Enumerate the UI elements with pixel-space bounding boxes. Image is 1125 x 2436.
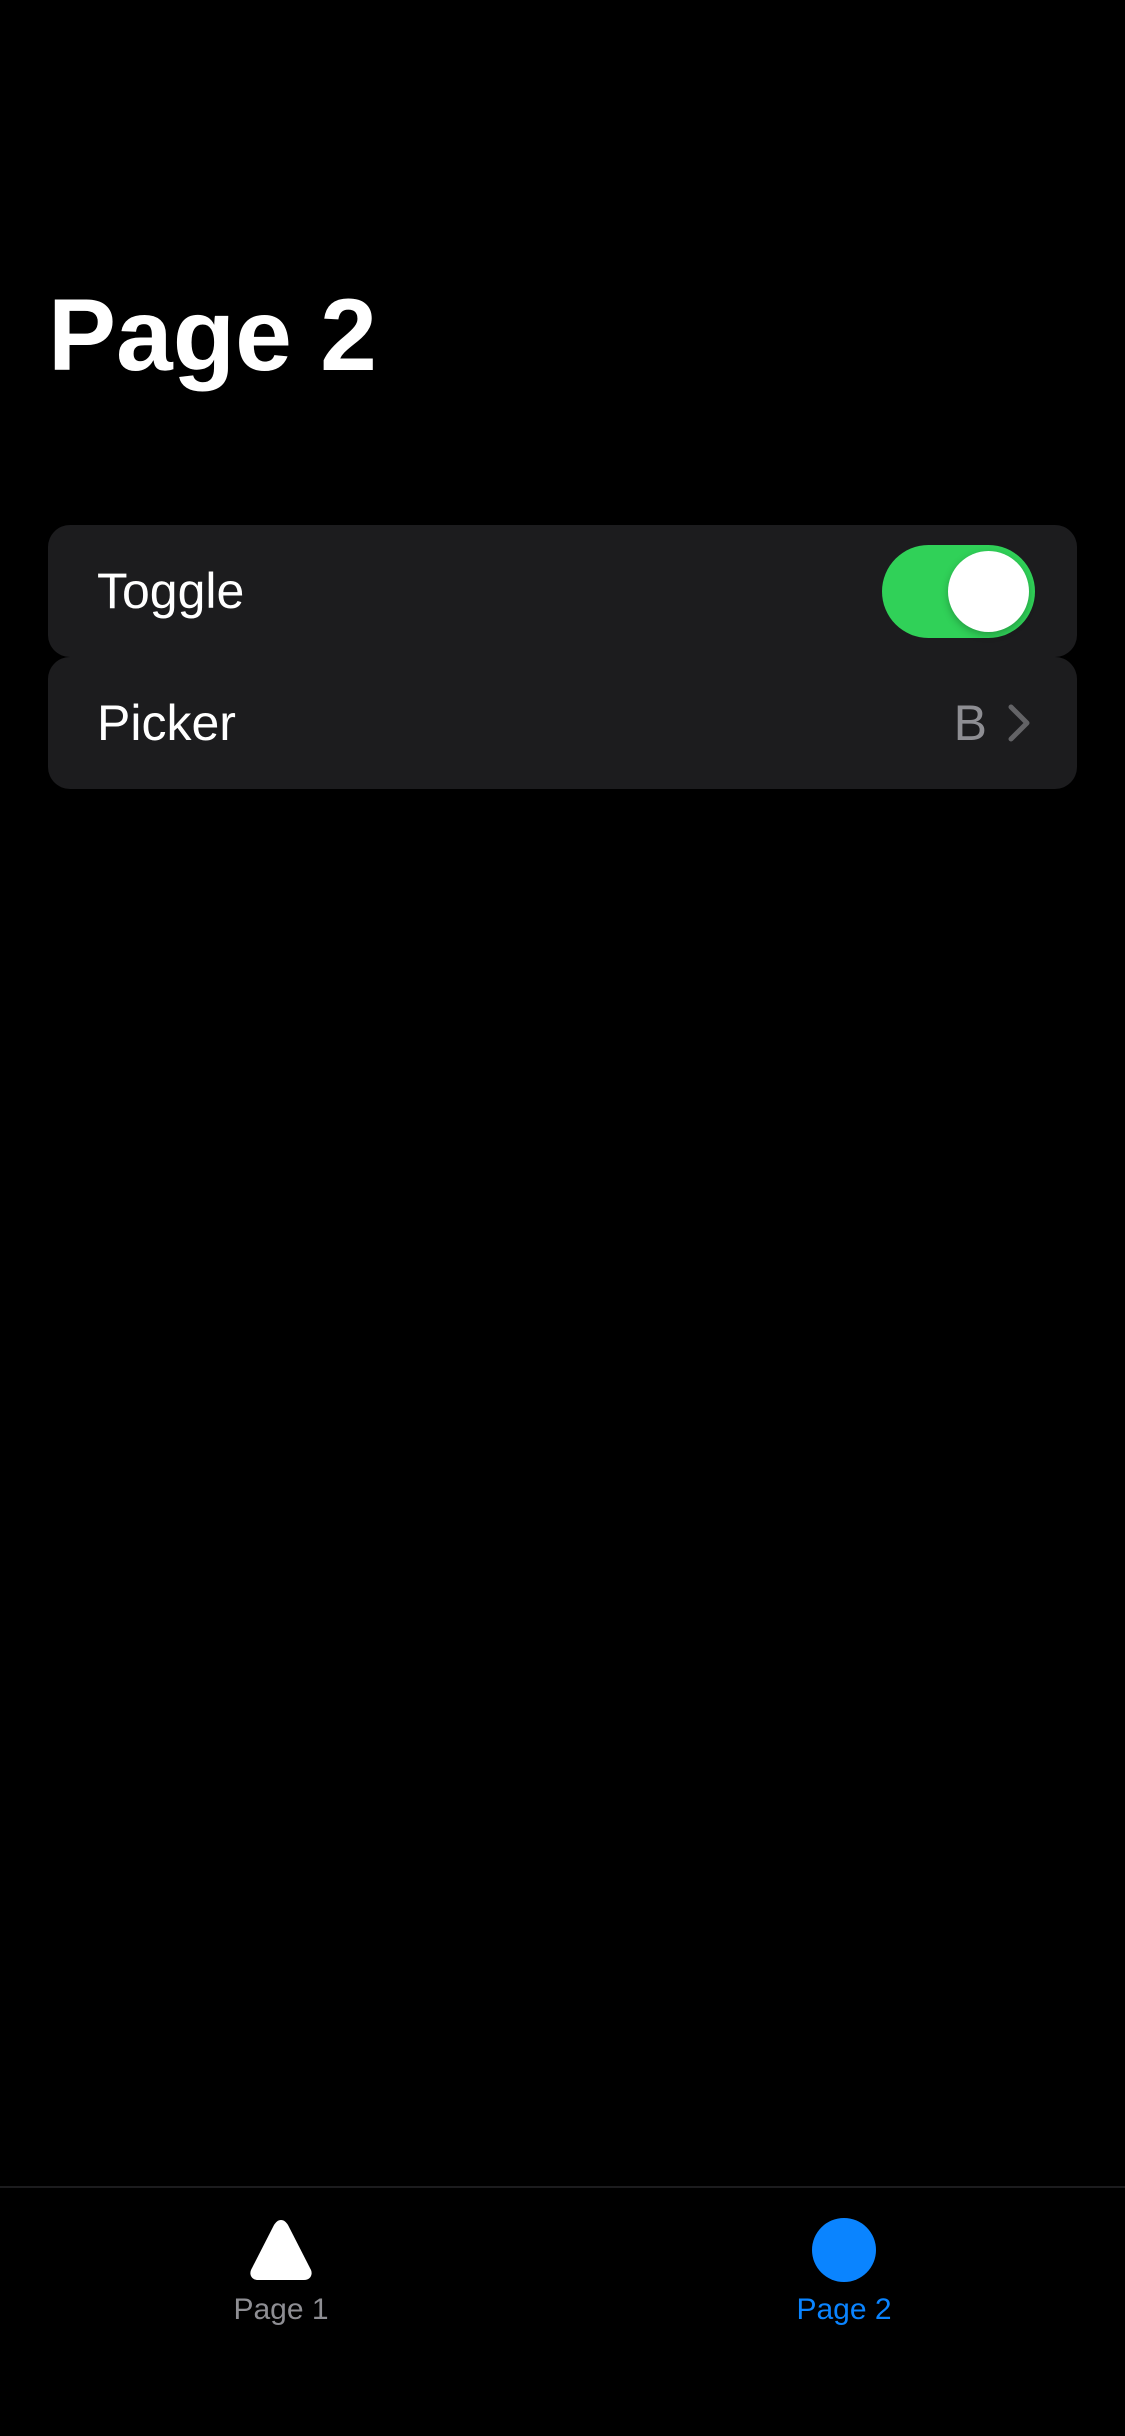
tab-page-1[interactable]: Page 1: [131, 2188, 431, 2348]
picker-row[interactable]: Picker B: [48, 657, 1077, 789]
toggle-switch[interactable]: [882, 545, 1035, 638]
tab-page-2[interactable]: Page 2: [694, 2188, 994, 2348]
toggle-label: Toggle: [97, 563, 245, 619]
tab-page-2-label: Page 2: [796, 2293, 892, 2326]
toggle-row: Toggle: [48, 525, 1077, 657]
tab-bar: Page 1 Page 2: [0, 2186, 1125, 2436]
tab-page-1-label: Page 1: [233, 2293, 329, 2326]
picker-value: B: [953, 695, 987, 751]
picker-label: Picker: [97, 695, 236, 751]
toggle-switch-knob: [948, 551, 1029, 632]
triangle-icon: [250, 2220, 312, 2280]
circle-icon: [812, 2218, 876, 2282]
chevron-right-icon: [1008, 704, 1030, 742]
page-title: Page 2: [48, 278, 377, 392]
